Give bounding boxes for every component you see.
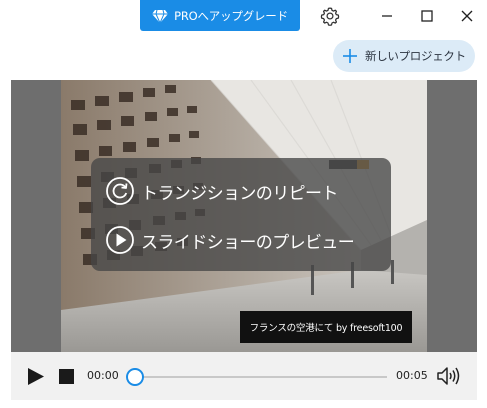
total-time: 00:05 — [396, 369, 428, 382]
repeat-transition-label: トランジションのリピート — [141, 183, 338, 204]
diamond-icon — [152, 9, 169, 23]
volume-icon[interactable] — [436, 365, 460, 387]
player-controls: 00:00 00:05 — [11, 352, 477, 400]
new-project-label: 新しいプロジェクト — [365, 49, 466, 63]
upgrade-pro-button[interactable]: PROへアップグレード — [140, 0, 300, 31]
play-circle-icon — [106, 226, 134, 254]
current-time: 00:00 — [87, 369, 119, 382]
stop-icon[interactable] — [59, 369, 74, 384]
maximize-button[interactable] — [417, 6, 437, 26]
minimize-icon — [382, 15, 392, 17]
new-project-button[interactable]: 新しいプロジェクト — [333, 40, 475, 72]
preview-slideshow-label: スライドショーのプレビュー — [141, 232, 355, 253]
repeat-transition-option[interactable]: トランジションのリピート — [105, 176, 338, 206]
preview-overlay-menu: トランジションのリピート スライドショーのプレビュー — [91, 158, 391, 271]
close-icon — [461, 10, 473, 22]
maximize-icon — [421, 10, 433, 22]
play-icon[interactable] — [26, 367, 45, 386]
settings-gear-icon[interactable] — [320, 6, 340, 26]
title-bar: PROへアップグレード — [0, 0, 487, 32]
preview-slideshow-option[interactable]: スライドショーのプレビュー — [105, 225, 355, 255]
upgrade-pro-label: PROへアップグレード — [174, 8, 288, 23]
close-button[interactable] — [457, 6, 477, 26]
seek-thumb[interactable] — [126, 368, 144, 386]
plus-icon — [343, 49, 357, 63]
minimize-button[interactable] — [377, 6, 397, 26]
repeat-icon — [106, 177, 134, 205]
seek-track[interactable] — [135, 376, 387, 378]
photo-caption: フランスの空港にて by freesoft100 — [240, 311, 412, 343]
slideshow-preview[interactable]: トランジションのリピート スライドショーのプレビュー フランスの空港にて by … — [11, 80, 477, 352]
